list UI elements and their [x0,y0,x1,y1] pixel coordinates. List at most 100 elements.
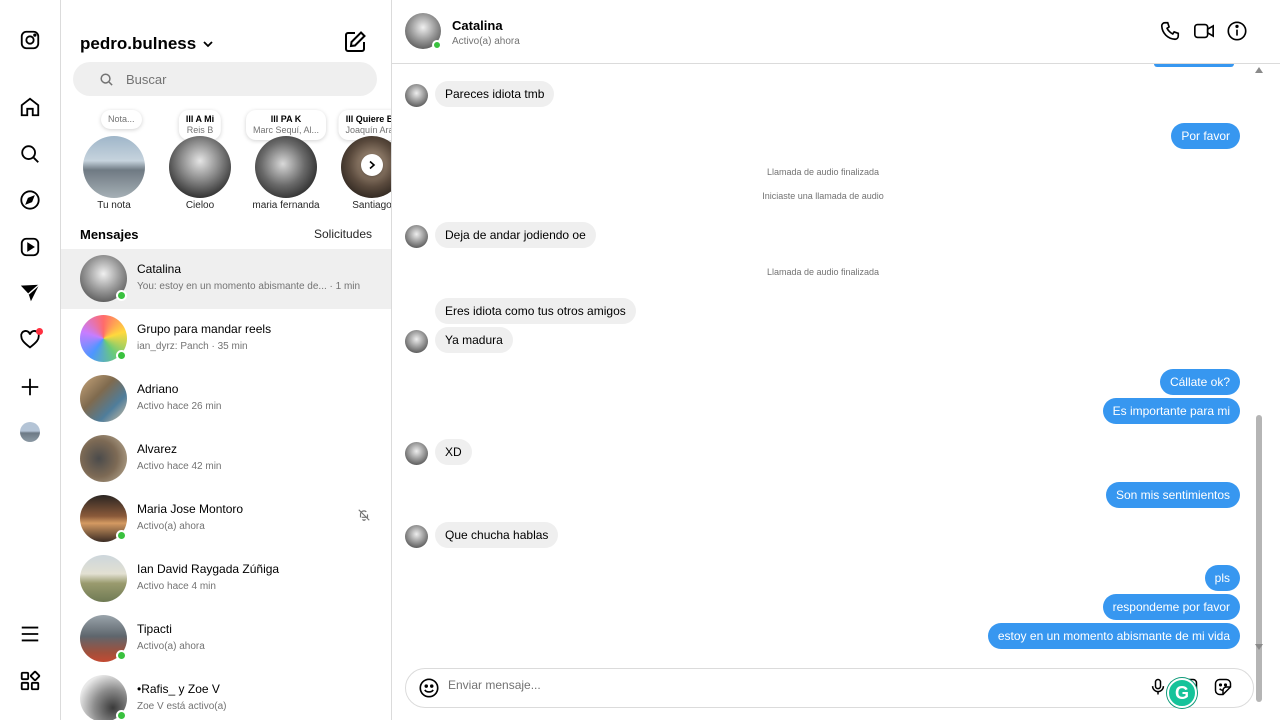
thread-item[interactable]: Tipacti Activo(a) ahora [61,609,391,669]
incoming-message[interactable]: Que chucha hablas [435,522,559,548]
incoming-message[interactable]: XD [435,439,472,465]
home-icon[interactable] [18,95,42,119]
compose-icon [345,31,366,52]
thread-preview: Activo hace 4 min [137,581,216,592]
thread-preview: ian_dyrz: Panch · 35 min [137,341,248,352]
instagram-icon[interactable] [18,28,42,52]
contact-name[interactable]: Catalina [452,18,503,33]
notes-next-button[interactable] [361,154,383,176]
more-apps-icon[interactable] [18,669,42,693]
notifications-icon[interactable] [18,328,43,352]
notification-dot [36,328,43,335]
sender-avatar [405,225,428,248]
thread-item[interactable]: •Rafis_ y Zoe V Zoe V está activo(a) [61,669,391,720]
outgoing-message[interactable]: Por favor [1171,123,1240,149]
note-avatar [255,136,317,198]
scroll-down-arrow[interactable] [1255,644,1263,650]
outgoing-message[interactable]: Es importante para mi [1102,398,1240,424]
outgoing-message[interactable]: pls [1204,565,1240,591]
thread-name: Grupo para mandar reels [137,322,272,336]
online-indicator [432,40,442,50]
scroll-thumb[interactable] [1256,415,1262,702]
sender-avatar [405,84,428,107]
nav-rail [0,0,61,720]
chat-scrollbar[interactable] [1254,64,1264,702]
online-indicator [116,530,127,541]
menu-icon[interactable] [18,622,42,646]
conversation-info-button[interactable] [1226,20,1250,44]
requests-link[interactable]: Solicitudes [314,227,372,242]
account-switcher[interactable]: pedro.bulness [80,34,214,54]
message-composer: G [405,668,1254,708]
scroll-up-arrow[interactable] [1255,67,1263,73]
messages-icon[interactable] [18,281,42,305]
search-icon [100,72,113,86]
thread-item[interactable]: Alvarez Activo hace 42 min [61,429,391,489]
search-icon[interactable] [18,142,42,166]
sticker-icon [1214,678,1232,696]
thread-name: Ian David Raygada Zúñiga [137,562,280,576]
thread-preview: You: estoy en un momento abismante de...… [137,281,361,292]
phone-icon [1160,21,1180,41]
messages-heading: Mensajes [80,227,139,242]
chat-panel: Catalina Activo(a) ahora Pareces idiota … [392,0,1280,720]
chat-header: Catalina Activo(a) ahora [392,0,1280,64]
thread-item[interactable]: Ian David Raygada Zúñiga Activo hace 4 m… [61,549,391,609]
thread-preview: Zoe V está activo(a) [137,701,227,712]
reels-icon[interactable] [18,235,42,259]
account-name: pedro.bulness [80,34,197,53]
conversation-list-panel: pedro.bulness Nota... Tu nota lll A Mi R… [61,0,392,720]
thread-preview: Activo hace 42 min [137,461,222,472]
outgoing-message[interactable]: estoy en un momento abismante de mi vida [987,623,1240,649]
audio-call-button[interactable] [1159,20,1183,44]
message-thread: Pareces idiota tmb Por favor Llamada de … [392,64,1258,660]
outgoing-message[interactable]: Son mis sentimientos [1105,482,1240,508]
note-item[interactable]: lll PA K Marc Sequí, Al... maria fernand… [245,108,327,216]
thread-name: Tipacti [137,622,172,636]
muted-bell-icon [358,509,370,521]
emoji-icon[interactable] [418,677,440,699]
note-item[interactable]: lll A Mi Reis B Cieloo [161,108,239,216]
system-notice: Iniciaste una llamada de audio [762,191,884,201]
thread-list: Catalina You: estoy en un momento abisma… [61,249,391,720]
outgoing-message[interactable]: respondeme por favor [1102,594,1240,620]
online-indicator [116,350,127,361]
thread-item[interactable]: Catalina You: estoy en un momento abisma… [61,249,391,309]
incoming-message[interactable]: Ya madura [435,327,513,353]
outgoing-message[interactable]: Cállate ok? [1159,369,1240,395]
search-input[interactable] [126,71,346,87]
grammarly-button[interactable]: G [1167,678,1197,708]
thread-preview: Activo hace 26 min [137,401,222,412]
online-indicator [116,710,127,720]
search-box[interactable] [73,62,377,96]
contact-status: Activo(a) ahora [452,36,520,47]
note-item[interactable]: Nota... Tu nota [75,108,153,216]
incoming-message[interactable]: Pareces idiota tmb [435,81,555,107]
thread-preview: Activo(a) ahora [137,521,205,532]
sticker-button[interactable] [1213,677,1235,699]
thread-preview: Activo(a) ahora [137,641,205,652]
video-call-button[interactable] [1193,20,1217,44]
incoming-message[interactable]: Eres idiota como tus otros amigos [435,298,636,324]
thread-item[interactable]: Adriano Activo hace 26 min [61,369,391,429]
thread-item[interactable]: Maria Jose Montoro Activo(a) ahora [61,489,391,549]
thread-name: Alvarez [137,442,178,456]
message-input[interactable] [448,678,1128,692]
info-icon [1227,21,1247,41]
thread-item[interactable]: Grupo para mandar reels ian_dyrz: Panch … [61,309,391,369]
thread-name: Adriano [137,382,179,396]
explore-icon[interactable] [18,188,42,212]
note-avatar [169,136,231,198]
new-message-button[interactable] [343,30,367,54]
thread-name: Catalina [137,262,182,276]
online-indicator [116,650,127,661]
video-camera-icon [1194,23,1214,39]
microphone-icon [1151,678,1165,695]
create-icon[interactable] [18,375,42,399]
profile-avatar[interactable] [20,422,40,442]
note-bubble: Nota... [101,110,142,129]
avatar [80,435,127,482]
note-avatar [83,136,145,198]
notes-row: Nota... Tu nota lll A Mi Reis B Cieloo l… [61,108,391,216]
incoming-message[interactable]: Deja de andar jodiendo oe [435,222,596,248]
